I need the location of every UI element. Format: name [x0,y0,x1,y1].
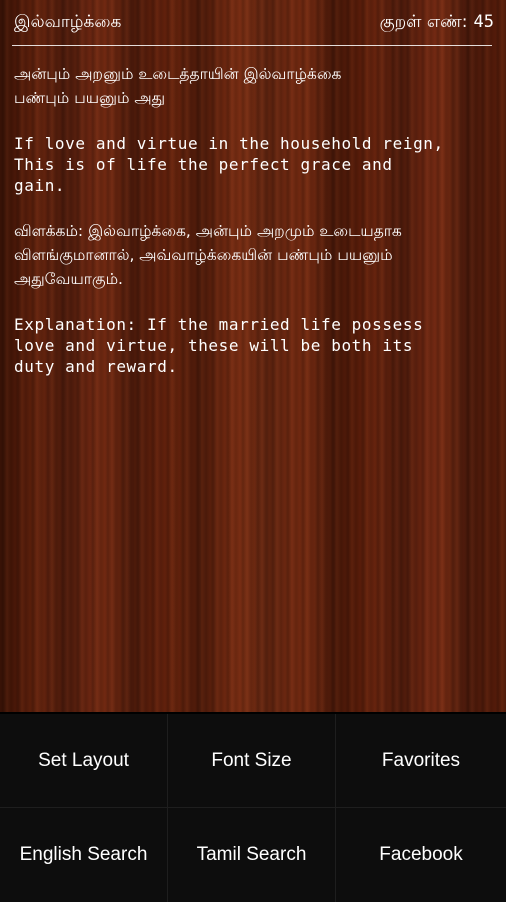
favorites-button[interactable]: Favorites [336,714,506,808]
font-size-button[interactable]: Font Size [168,714,336,808]
english-verse-line-3: gain. [14,176,66,195]
tamil-search-button[interactable]: Tamil Search [168,808,336,902]
english-verse-line-1: If love and virtue in the household reig… [14,134,444,153]
tamil-explanation-line-3: அதுவேயாகும். [14,270,123,288]
chapter-title: இல்வாழ்க்கை [14,12,122,32]
english-verse-line-2: This is of life the perfect grace and [14,155,393,174]
tamil-verse-line-1: அன்பும் அறனும் உடைத்தாயின் இல்வாழ்க்கை [14,65,342,83]
kural-content: அன்பும் அறனும் உடைத்தாயின் இல்வாழ்க்கை ப… [14,62,494,377]
english-explanation-line-2: love and virtue, these will be both its [14,336,414,355]
set-layout-button[interactable]: Set Layout [0,714,168,808]
tamil-explanation-line-1: விளக்கம்: இல்வாழ்க்கை, அன்பும் அறமும் உட… [14,222,402,240]
kural-number-label: குறள் எண்: [379,12,468,32]
english-explanation-line-3: duty and reward. [14,357,178,376]
options-menu: Set Layout Font Size Favorites English S… [0,712,506,902]
tamil-explanation-line-2: விளங்குமானால், அவ்வாழ்க்கையின் பண்பும் ப… [14,246,393,264]
kural-number-display: குறள் எண்: 45 [380,11,494,33]
header-divider [12,45,492,46]
kural-number-value: 45 [473,12,494,32]
tamil-verse-line-2: பண்பும் பயனும் அது [14,89,166,107]
english-search-button[interactable]: English Search [0,808,168,902]
facebook-button[interactable]: Facebook [336,808,506,902]
english-explanation-line-1: Explanation: If the married life possess [14,315,424,334]
header-bar: இல்வாழ்க்கை குறள் எண்: 45 [0,0,506,46]
